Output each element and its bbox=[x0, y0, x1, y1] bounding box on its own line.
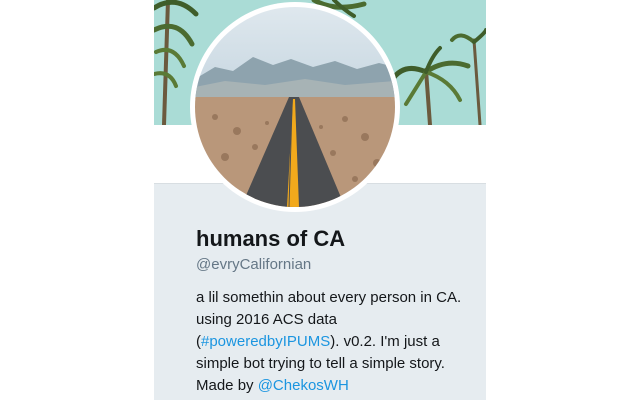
bio-line-3: (#poweredbyIPUMS). v0.2. I'm just a bbox=[196, 331, 478, 353]
profile-card: humans of CA @evryCalifornian a lil some… bbox=[154, 0, 486, 400]
hashtag-link[interactable]: #poweredbyIPUMS bbox=[201, 333, 330, 350]
bio-made-by: Made by bbox=[196, 377, 258, 394]
bio-line-2: using 2016 ACS data bbox=[196, 311, 337, 328]
bio-line-3-rest: ). v0.2. I'm just a bbox=[330, 333, 440, 350]
profile-handle[interactable]: @evryCalifornian bbox=[196, 256, 311, 273]
mention-link[interactable]: @ChekosWH bbox=[258, 377, 349, 394]
bio-line-5: Made by @ChekosWH bbox=[196, 375, 478, 397]
bio-line-4: simple bot trying to tell a simple story… bbox=[196, 355, 445, 372]
avatar-image bbox=[195, 7, 395, 207]
desert-road-avatar-image bbox=[195, 7, 395, 207]
profile-avatar[interactable] bbox=[190, 2, 400, 212]
profile-display-name[interactable]: humans of CA bbox=[196, 226, 345, 252]
bio-line-1: a lil somethin about every person in CA. bbox=[196, 289, 462, 306]
profile-bio: a lil somethin about every person in CA.… bbox=[196, 287, 478, 397]
